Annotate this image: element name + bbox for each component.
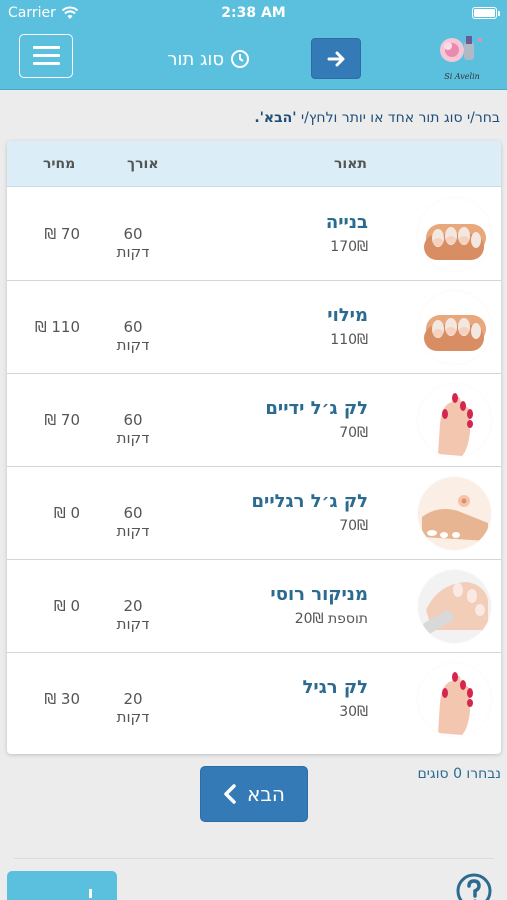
row-length: 60 דקות <box>116 318 150 354</box>
chevron-left-icon <box>224 784 236 804</box>
menu-bar-icon <box>33 62 60 65</box>
status-time: 2:38 AM <box>221 5 286 21</box>
table-row[interactable]: בנייה 170₪ 60 דקות 70 ₪ <box>7 188 501 281</box>
row-sub: תוספת 20₪ <box>294 611 368 627</box>
next-label: הבא <box>247 782 285 806</box>
appointment-types-table: תאור אורך מחיר בנייה 170₪ 60 דקות 70 ₪ מ… <box>7 141 501 754</box>
instructions-text: בחר/י סוג תור אחד או יותר ולחץ/י 'הבא'. <box>0 110 500 126</box>
row-sub: 170₪ <box>330 239 368 255</box>
clock-icon <box>231 50 249 68</box>
row-name: לק ג׳ל ידיים <box>265 398 368 419</box>
battery-icon <box>472 7 497 19</box>
header-description: תאור <box>334 156 367 172</box>
navbar: סוג תור Si Avelin <box>0 28 507 90</box>
row-price: 0 ₪ <box>53 504 80 522</box>
table-row[interactable]: לק רגיל 30₪ 20 דקות 30 ₪ <box>7 653 501 746</box>
nails-french-image <box>418 198 491 271</box>
row-price: 70 ₪ <box>44 225 80 243</box>
status-bar: Carrier 2:38 AM <box>0 0 507 28</box>
row-sub: 70₪ <box>339 518 368 534</box>
row-price: 0 ₪ <box>53 597 80 615</box>
selected-count: נבחרו 0 סוגים <box>417 766 501 782</box>
table-row[interactable]: מניקור רוסי תוספת 20₪ 20 דקות 0 ₪ <box>7 560 501 653</box>
row-price: 110 ₪ <box>34 318 80 336</box>
table-header: תאור אורך מחיר <box>7 141 501 187</box>
row-sub: 30₪ <box>339 704 368 720</box>
next-button[interactable]: הבא <box>200 766 308 822</box>
table-row[interactable]: לק ג׳ל ידיים 70₪ 60 דקות 70 ₪ <box>7 374 501 467</box>
row-length: 20 דקות <box>116 690 150 726</box>
arrow-right-icon <box>327 51 345 67</box>
row-price: 30 ₪ <box>44 690 80 708</box>
red-nails-hand-image <box>418 663 491 736</box>
battery-tip <box>498 11 500 16</box>
nails-french-image <box>418 291 491 364</box>
row-length: 60 דקות <box>116 504 150 540</box>
row-name: בנייה <box>325 212 368 233</box>
help-icon[interactable] <box>455 872 493 900</box>
header-price: מחיר <box>43 156 76 172</box>
row-sub: 110₪ <box>330 332 368 348</box>
logo-text: Si Avelin <box>444 72 480 81</box>
page-title-text: סוג תור <box>167 48 224 70</box>
row-name: לק רגיל <box>302 677 368 698</box>
row-length: 60 דקות <box>116 225 150 261</box>
row-name: לק ג׳ל רגליים <box>251 491 369 512</box>
row-name: מניקור רוסי <box>270 584 368 605</box>
row-sub: 70₪ <box>339 425 368 441</box>
bottom-action-button[interactable] <box>7 871 117 900</box>
manicure-file-image <box>418 570 491 643</box>
page-title: סוג תור <box>140 44 250 74</box>
divider <box>14 858 494 859</box>
menu-button[interactable] <box>19 34 73 78</box>
feet-flower-image <box>418 477 491 550</box>
table-row[interactable]: מילוי 110₪ 60 דקות 110 ₪ <box>7 281 501 374</box>
instructions-main: בחר/י סוג תור אחד או יותר ולחץ/י <box>296 110 500 126</box>
bottom-button-mark <box>89 889 92 898</box>
row-length: 20 דקות <box>116 597 150 633</box>
row-name: מילוי <box>327 305 368 326</box>
header-length: אורך <box>127 156 159 172</box>
menu-bar-icon <box>33 54 60 57</box>
red-nails-hand-image <box>418 384 491 457</box>
row-length: 60 דקות <box>116 411 150 447</box>
forward-arrow-button[interactable] <box>311 38 361 79</box>
table-row[interactable]: לק ג׳ל רגליים 70₪ 60 דקות 0 ₪ <box>7 467 501 560</box>
instructions-highlight: 'הבא'. <box>254 110 297 126</box>
menu-bar-icon <box>33 46 60 49</box>
row-price: 70 ₪ <box>44 411 80 429</box>
